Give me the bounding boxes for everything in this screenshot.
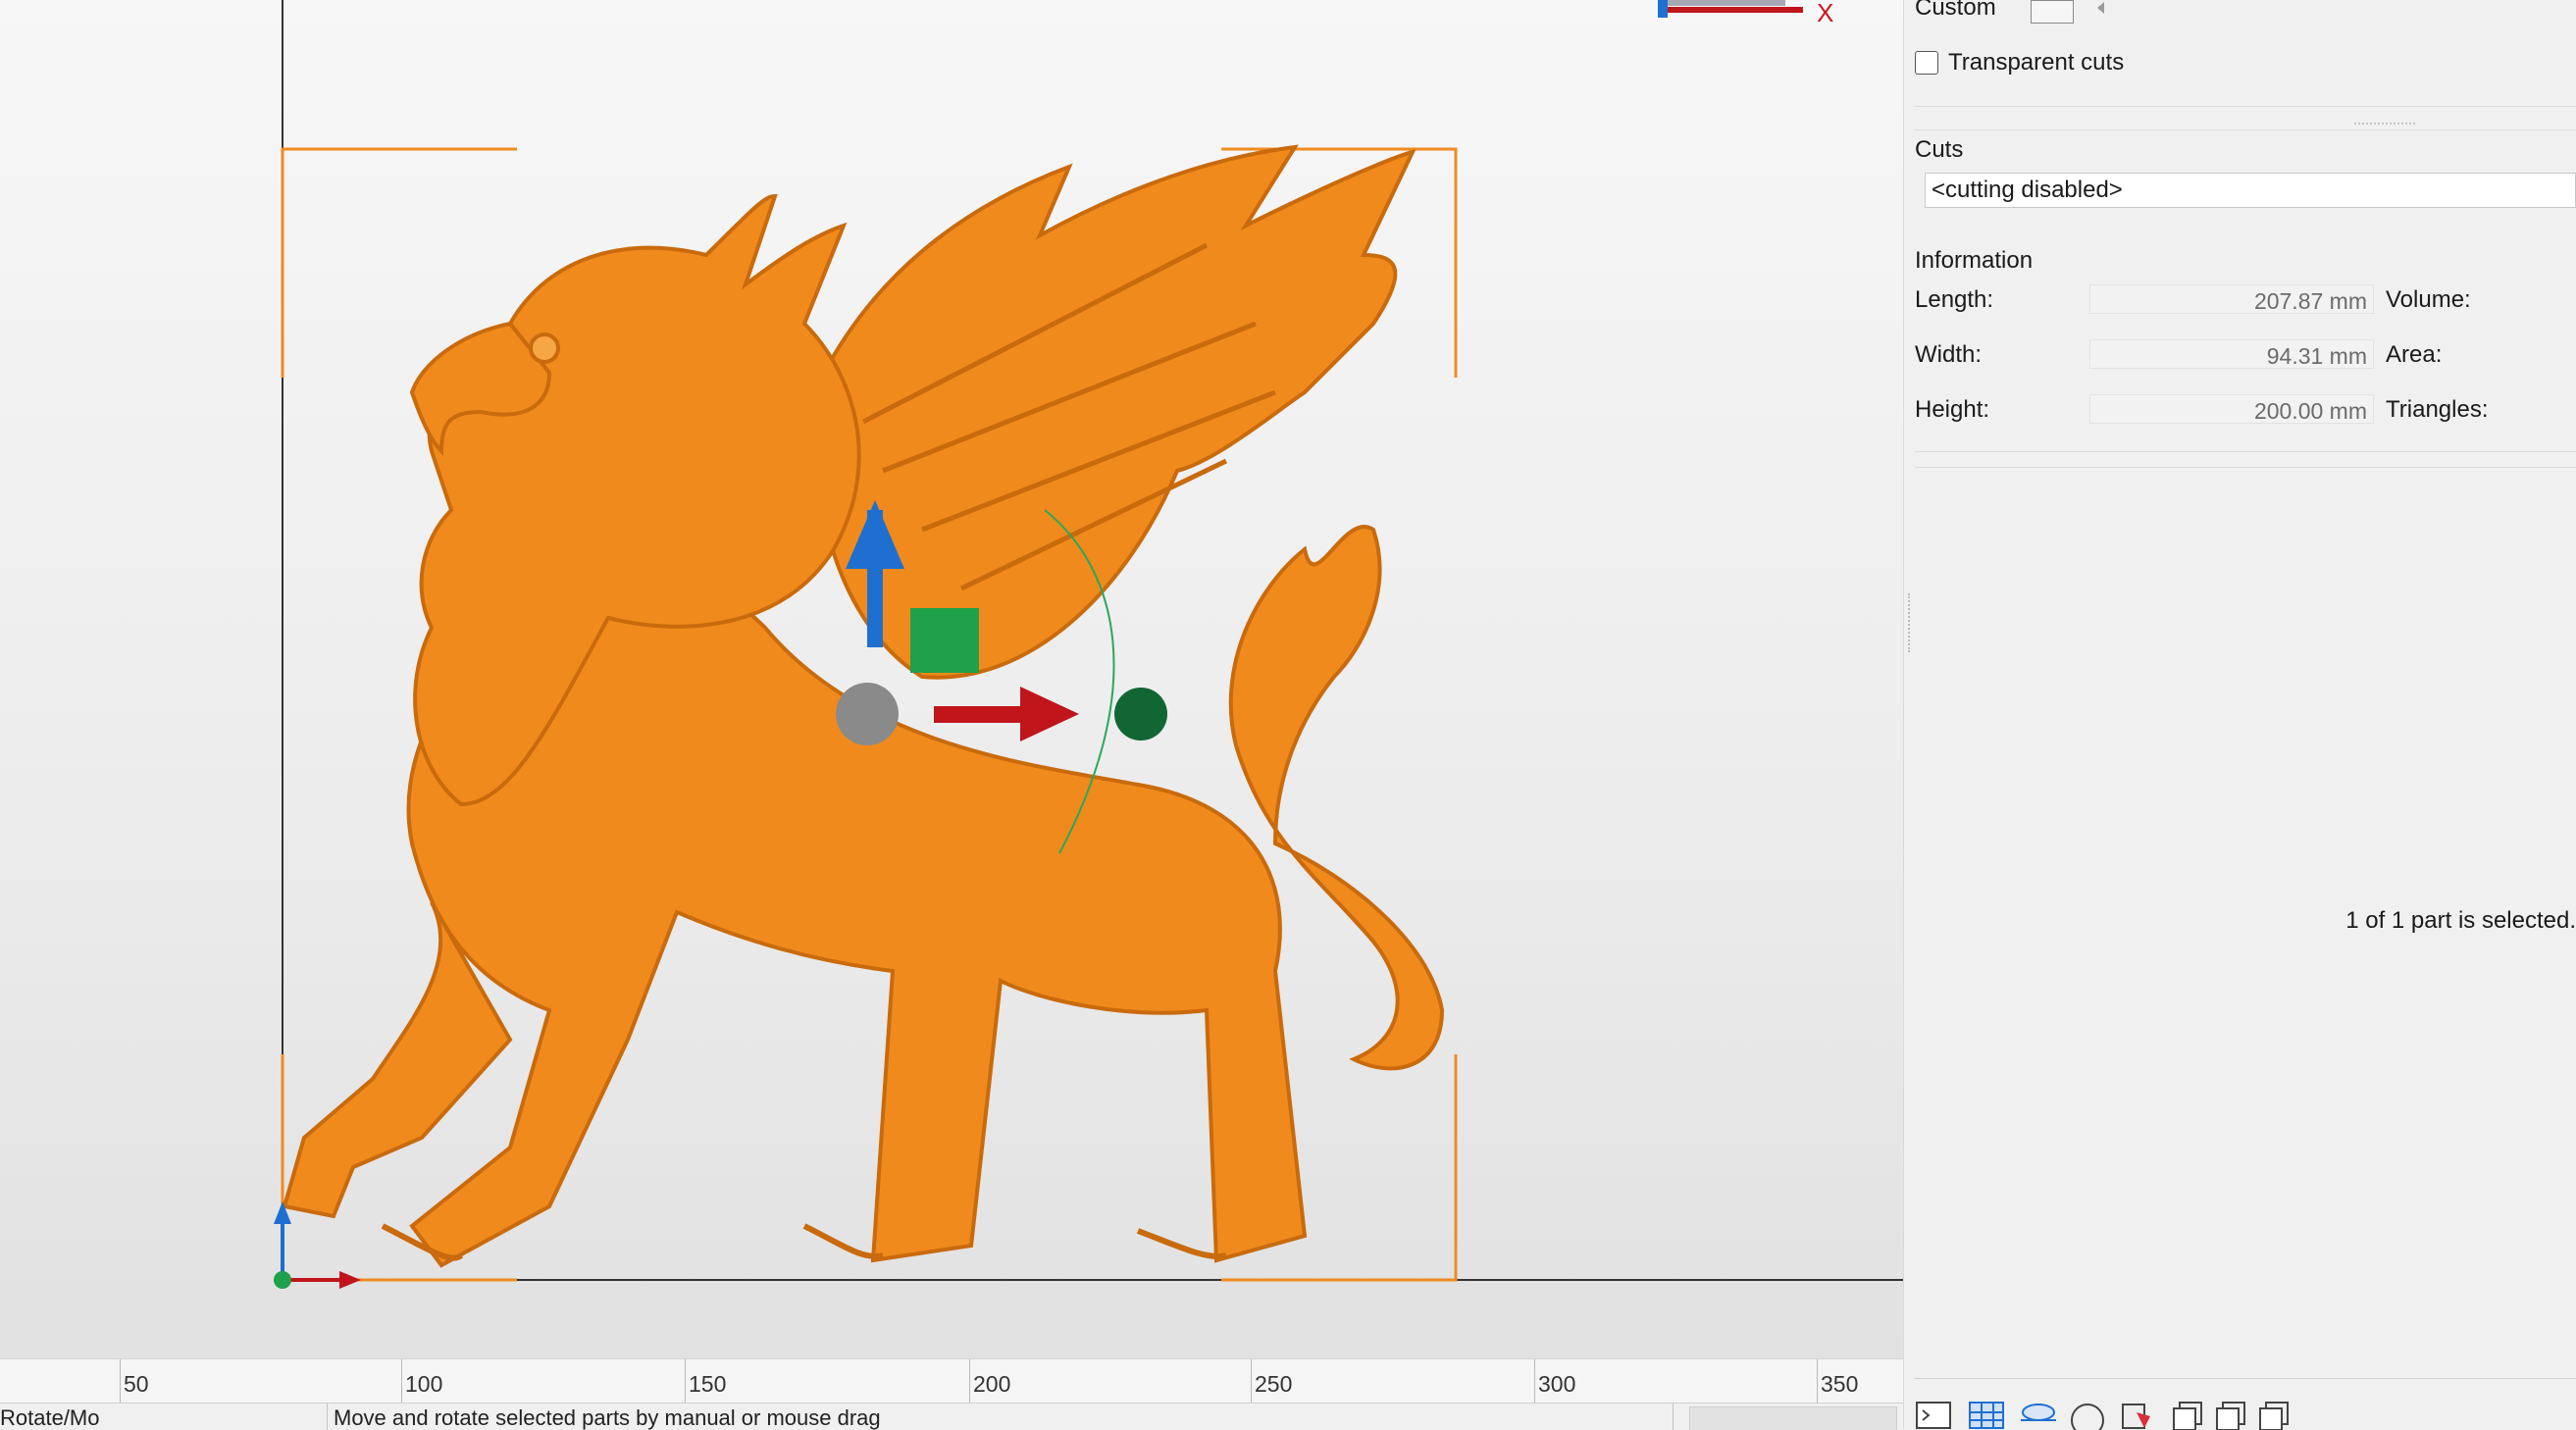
width-value: 94.31 mm — [2089, 339, 2374, 369]
ruler-label: 350 — [1821, 1371, 1859, 1397]
ruler-tick — [1251, 1359, 1252, 1404]
sphere-icon[interactable] — [2068, 1399, 2107, 1430]
ruler-tick — [1534, 1359, 1535, 1404]
status-progress-box — [1689, 1406, 1897, 1430]
bottom-toolbar — [1915, 1378, 2576, 1430]
ruler-label: 150 — [689, 1371, 727, 1397]
copy-icon[interactable] — [2252, 1399, 2292, 1430]
divider — [1915, 451, 2576, 452]
height-label: Height: — [1915, 396, 1990, 423]
x-axis-label: X — [1817, 0, 1834, 27]
ruler-tick — [685, 1359, 686, 1404]
horizontal-ruler: 50 100 150 200 250 300 350 — [0, 1358, 1903, 1404]
swatch-arrow-icon[interactable] — [2097, 2, 2104, 14]
cut-plane-icon[interactable] — [2019, 1399, 2058, 1430]
console-icon[interactable] — [1915, 1399, 1954, 1430]
custom-label: Custom — [1915, 0, 1996, 21]
cuts-dropdown[interactable]: <cutting disabled> — [1925, 173, 2576, 208]
transparent-cuts-label: Transparent cuts — [1948, 49, 2125, 76]
ruler-tick — [969, 1359, 970, 1404]
ruler-label: 50 — [124, 1371, 149, 1397]
ruler-tick — [120, 1359, 121, 1404]
rotate-handle[interactable] — [1114, 688, 1167, 741]
status-separator — [327, 1404, 328, 1430]
grid-view-icon[interactable] — [1968, 1399, 2007, 1430]
transparent-cuts-checkbox[interactable] — [1915, 51, 1938, 75]
cuts-heading: Cuts — [1915, 136, 1964, 163]
move-right-arrow-shaft[interactable] — [934, 706, 1027, 723]
ruler-label: 300 — [1538, 1371, 1576, 1397]
copy-icon[interactable] — [2209, 1399, 2248, 1430]
divider — [1915, 106, 2576, 107]
status-bar: Rotate/Mo Move and rotate selected parts… — [0, 1403, 1903, 1430]
scale-sphere-handle[interactable] — [836, 683, 899, 745]
triangles-label: Triangles: — [2386, 396, 2489, 423]
ruler-tick — [1817, 1359, 1818, 1404]
ruler-label: 250 — [1255, 1371, 1293, 1397]
properties-panel: Custom Transparent cuts Cuts <cutting di… — [1915, 0, 2576, 1430]
status-mode: Rotate/Mo — [0, 1405, 100, 1430]
viewport-canvas[interactable] — [0, 0, 1903, 1358]
status-hint: Move and rotate selected parts by manual… — [334, 1405, 881, 1430]
divider — [1915, 129, 2576, 130]
move-right-arrow-icon[interactable] — [1020, 687, 1079, 741]
height-value: 200.00 mm — [2089, 394, 2374, 424]
ruler-tick — [401, 1359, 402, 1404]
length-label: Length: — [1915, 286, 1994, 313]
divider — [1915, 467, 2576, 468]
copy-icon[interactable] — [2166, 1399, 2205, 1430]
area-label: Area: — [2386, 341, 2443, 368]
custom-color-swatch[interactable] — [2031, 0, 2074, 24]
width-label: Width: — [1915, 341, 1983, 368]
selection-message: 1 of 1 part is selected. — [2345, 907, 2576, 934]
status-separator — [1673, 1404, 1674, 1430]
splitter-grip[interactable] — [1908, 593, 1912, 652]
section-icon[interactable] — [2117, 1399, 2156, 1430]
length-value: 207.87 mm — [2089, 284, 2374, 314]
view-axis-icon — [1658, 0, 1803, 18]
3d-viewport[interactable]: X — [0, 0, 1903, 1358]
volume-label: Volume: — [2386, 286, 2471, 313]
ruler-label: 100 — [405, 1371, 443, 1397]
ruler-label: 200 — [973, 1371, 1011, 1397]
move-plane-handle[interactable] — [910, 608, 979, 673]
information-heading: Information — [1915, 247, 2034, 274]
section-grip[interactable] — [2354, 123, 2415, 127]
